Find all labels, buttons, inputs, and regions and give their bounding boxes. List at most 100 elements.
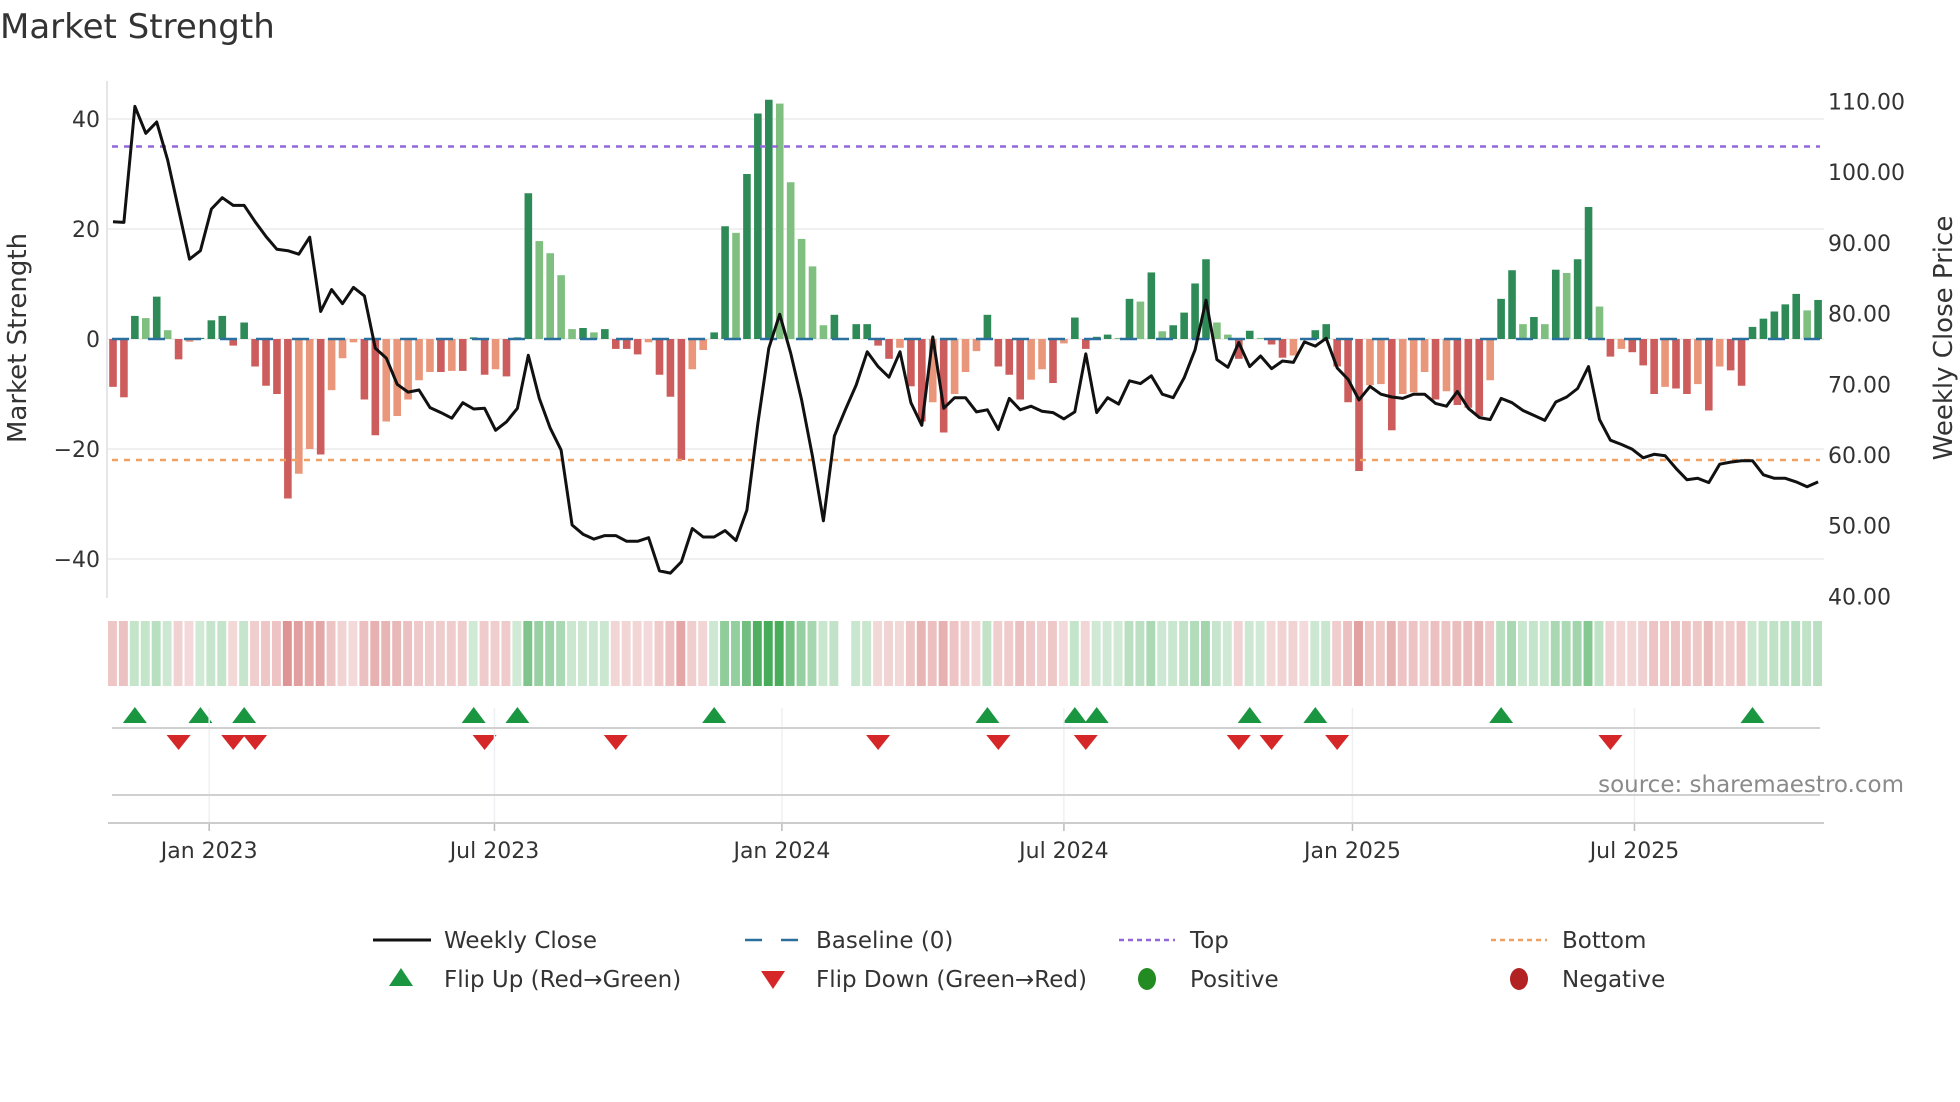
strength-bar (152, 296, 161, 339)
source-note: source: sharemaestro.com (1598, 772, 1904, 798)
strip-cell (1135, 621, 1145, 686)
strip-cell (228, 621, 238, 686)
strength-bar (743, 174, 751, 339)
strength-bar (775, 103, 784, 339)
strip-cell (261, 621, 270, 686)
strip-cell (1266, 621, 1276, 686)
flip-down-marker (1259, 735, 1284, 750)
strength-bar (1595, 306, 1604, 339)
strength-bar (1278, 339, 1287, 358)
strength-bar (1245, 330, 1254, 339)
strength-bar (251, 339, 259, 367)
triangle-up-icon (389, 968, 413, 986)
strength-bar (1213, 322, 1221, 339)
y-tick-label: 20 (72, 218, 100, 243)
y2-axis-ticks: 110.00 100.00 90.00 80.00 70.00 60.00 50.00 40.… (1828, 91, 1905, 611)
strip-cell (785, 621, 795, 686)
strip-cell (1288, 621, 1298, 686)
strip-cell (741, 621, 751, 686)
flip-up-marker (1740, 707, 1765, 723)
strip-cell (1201, 621, 1210, 686)
strength-bar (1431, 339, 1440, 400)
strength-bar (1377, 339, 1385, 385)
strength-bar (1147, 272, 1156, 339)
flip-up-marker (702, 707, 727, 723)
strip-cell (1802, 621, 1812, 686)
flip-down-marker (866, 735, 891, 750)
strength-bar (1661, 339, 1669, 387)
strip-cell (1496, 621, 1506, 686)
strength-bar (699, 339, 708, 350)
strip-cell (1255, 621, 1265, 686)
strength-bar (1683, 339, 1691, 394)
strength-bar (1191, 283, 1199, 339)
strength-bar (1704, 339, 1713, 411)
strip-cell (1550, 621, 1560, 686)
strip-cell (315, 621, 325, 686)
legend-item: Top (1119, 928, 1229, 954)
strip-cell (1780, 621, 1790, 686)
strip-cell (1649, 621, 1659, 686)
strip-cell (1299, 621, 1309, 686)
strength-bar (1530, 317, 1538, 339)
state-strip (108, 621, 1823, 686)
strength-bar (1169, 325, 1178, 339)
strength-bar (1081, 339, 1090, 349)
strip-cell (588, 621, 598, 686)
strip-cell (993, 621, 1003, 686)
strip-cell (348, 621, 358, 686)
strength-bar (1650, 339, 1658, 394)
strip-cell (556, 621, 566, 686)
strip-cell (381, 621, 391, 686)
x-tick-label: Jan 2025 (1302, 839, 1401, 864)
legend-label: Flip Up (Red→Green) (444, 967, 681, 993)
strength-bar (1617, 339, 1626, 349)
strip-cell (894, 621, 904, 686)
strength-bar (852, 324, 861, 339)
x-tick-label: Jan 2024 (731, 839, 830, 864)
strip-cell (1660, 621, 1669, 686)
strip-cell (108, 621, 117, 686)
strength-bar (1803, 310, 1811, 339)
strength-bar (262, 339, 270, 386)
flip-down-marker (1073, 735, 1098, 750)
legend-label: Negative (1562, 967, 1665, 993)
strip-cell (446, 621, 456, 686)
strength-bar (786, 182, 795, 339)
strip-cell (1397, 621, 1407, 686)
strength-bar (305, 339, 314, 449)
strength-bar (218, 315, 227, 339)
strength-bar (765, 99, 773, 339)
strength-bar (120, 339, 128, 398)
flip-up-marker (232, 707, 257, 723)
strip-cell (1627, 621, 1637, 686)
strip-cell (1605, 621, 1615, 686)
y2-tick-label: 90.00 (1828, 232, 1891, 257)
strip-cell (1354, 621, 1363, 686)
strip-cell (643, 621, 653, 686)
strength-bar (611, 339, 620, 349)
strength-bar (131, 315, 139, 339)
strip-cell (1419, 621, 1429, 686)
strip-cell (1736, 621, 1746, 686)
strength-bar (1606, 339, 1615, 357)
strip-cell (1561, 621, 1571, 686)
strip-cell (687, 621, 697, 686)
strip-cell (1211, 621, 1221, 686)
strength-bar (338, 339, 347, 359)
strip-cell (873, 621, 883, 686)
strength-bar (950, 339, 959, 394)
strength-bar (240, 322, 248, 339)
strip-cell (162, 621, 172, 686)
strip-cell (829, 621, 839, 686)
x-tick-label: Jul 2023 (448, 839, 540, 864)
strip-cell (1343, 621, 1353, 686)
strength-bar (426, 339, 434, 372)
strip-cell (293, 621, 303, 686)
strength-bar (1715, 339, 1724, 367)
strength-bar (458, 339, 467, 371)
strength-bar (1726, 339, 1735, 371)
legend-item: Bottom (1491, 928, 1646, 954)
strength-bar (972, 339, 981, 352)
strength-bar (109, 339, 117, 387)
